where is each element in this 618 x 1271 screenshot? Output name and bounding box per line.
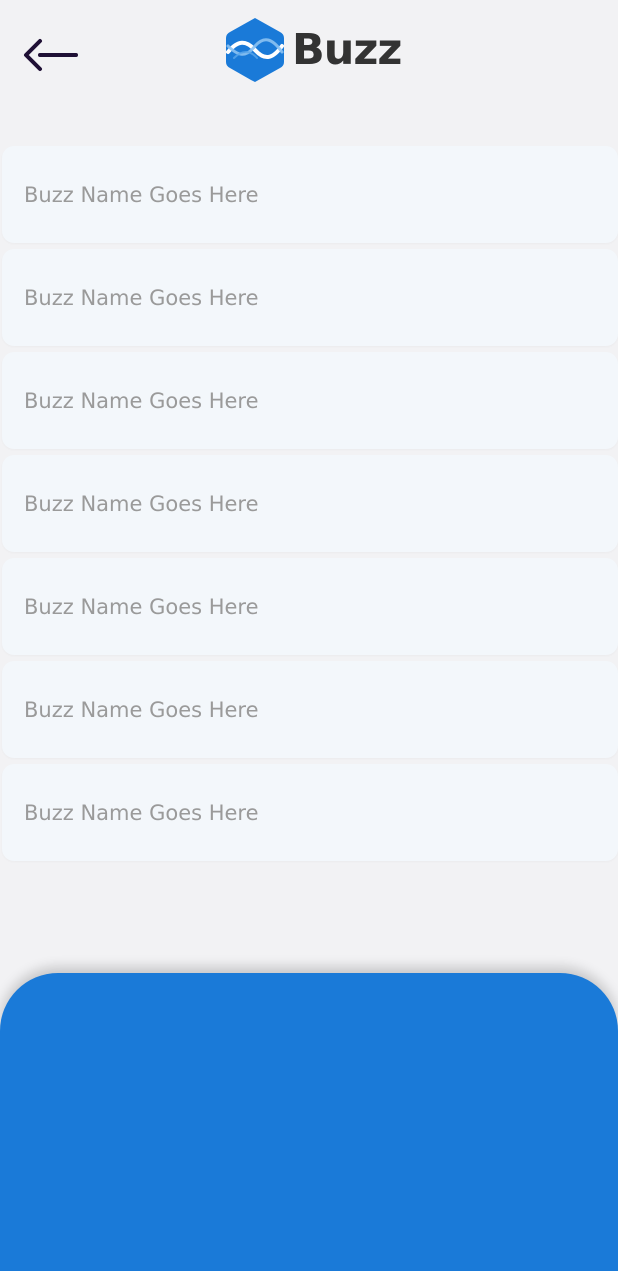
buzz-name-label: Buzz Name Goes Here	[24, 697, 259, 722]
app-logo: Buzz	[224, 16, 402, 84]
buzz-hexagon-logo-icon	[226, 18, 284, 82]
list-item[interactable]: Buzz Name Goes Here	[2, 558, 618, 655]
list-item[interactable]: Buzz Name Goes Here	[2, 455, 618, 552]
list-item[interactable]: Buzz Name Goes Here	[2, 661, 618, 758]
header: Buzz	[0, 0, 618, 110]
buzz-list: Buzz Name Goes Here Buzz Name Goes Here …	[2, 146, 618, 867]
arrow-left-icon	[24, 39, 78, 71]
list-item[interactable]: Buzz Name Goes Here	[2, 764, 618, 861]
buzz-name-label: Buzz Name Goes Here	[24, 388, 259, 413]
back-button[interactable]	[18, 32, 82, 76]
buzz-name-label: Buzz Name Goes Here	[24, 800, 259, 825]
buzz-name-label: Buzz Name Goes Here	[24, 285, 259, 310]
bottom-panel	[0, 973, 618, 1271]
list-item[interactable]: Buzz Name Goes Here	[2, 352, 618, 449]
logo-text: Buzz	[292, 24, 402, 75]
list-item[interactable]: Buzz Name Goes Here	[2, 249, 618, 346]
buzz-name-label: Buzz Name Goes Here	[24, 182, 259, 207]
buzz-name-label: Buzz Name Goes Here	[24, 594, 259, 619]
buzz-name-label: Buzz Name Goes Here	[24, 491, 259, 516]
list-item[interactable]: Buzz Name Goes Here	[2, 146, 618, 243]
